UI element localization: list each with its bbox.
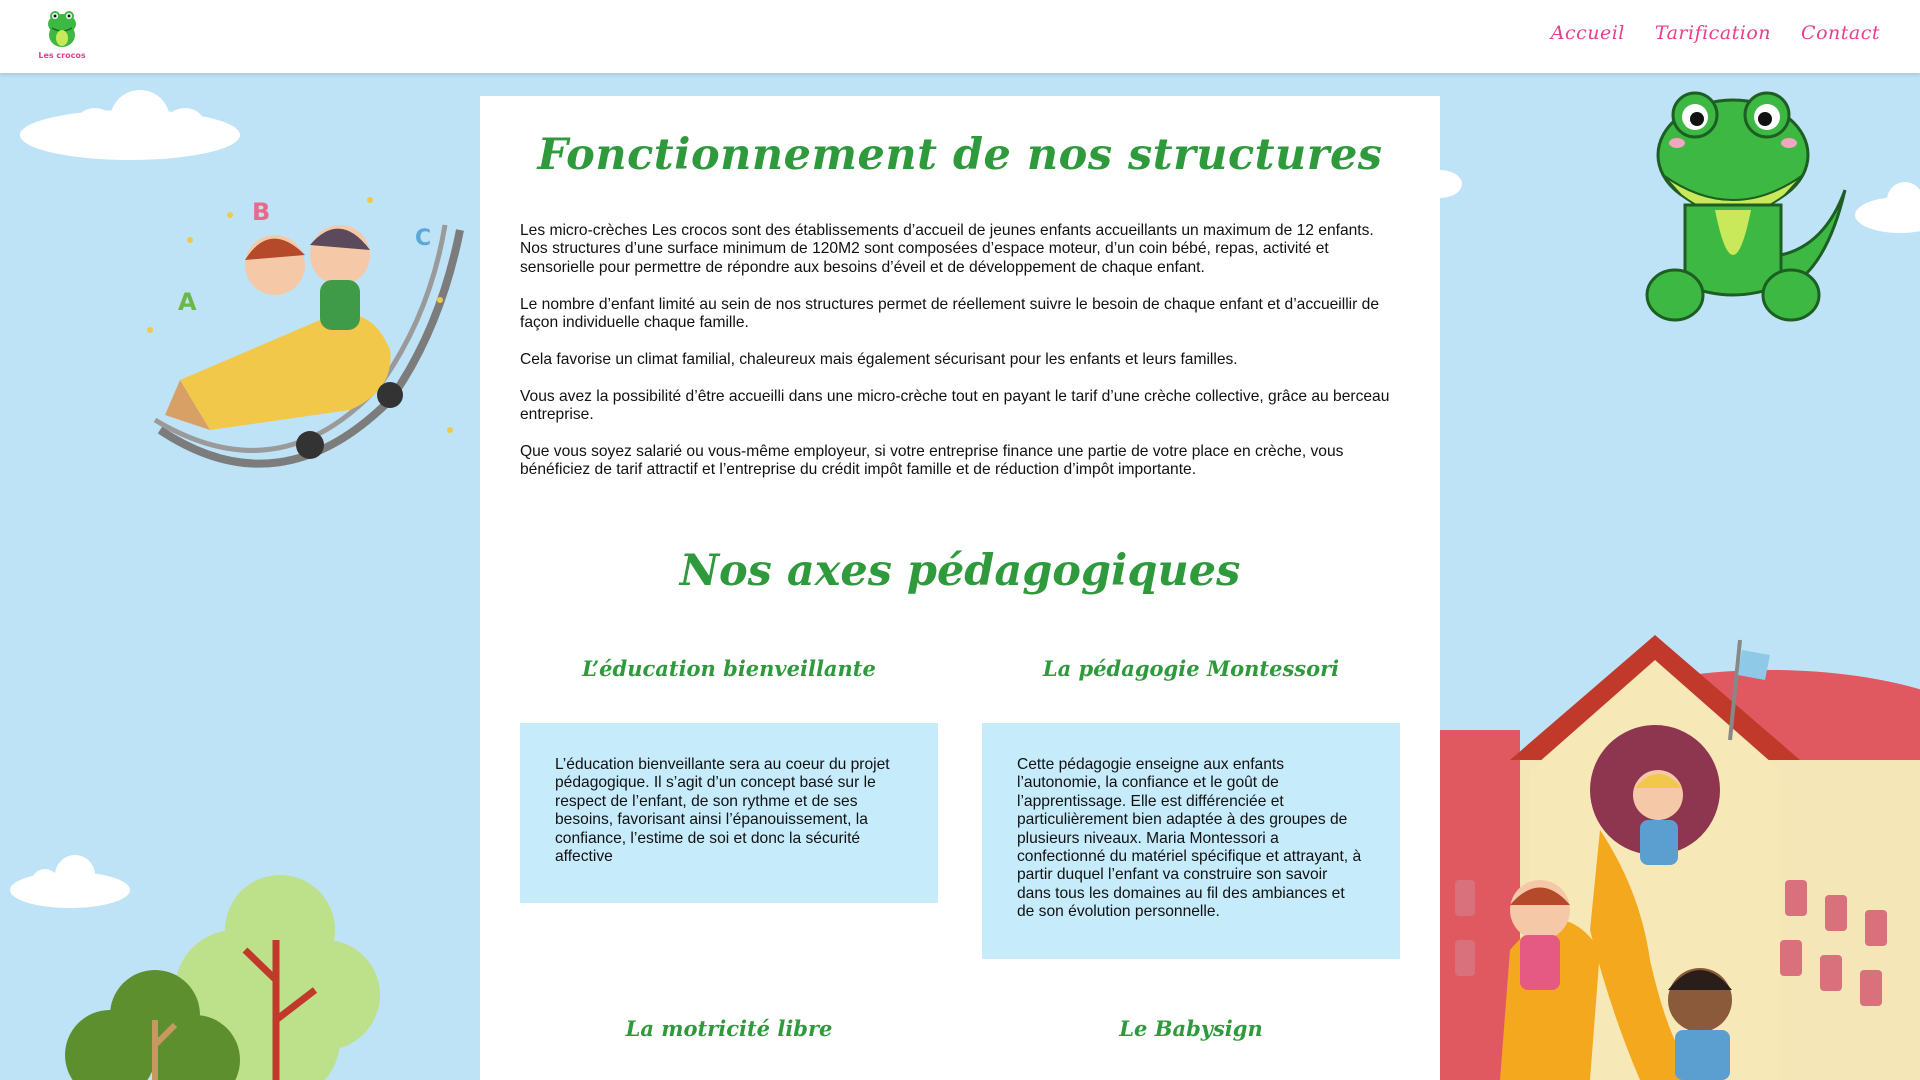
kids-rollercoaster-illustration: B C A — [147, 197, 464, 468]
school-slide-illustration — [1440, 635, 1920, 1080]
intro-paragraph: Le nombre d’enfant limité au sein de nos… — [520, 295, 1380, 332]
axis-title-babysign: Le Babysign — [1119, 1016, 1263, 1041]
site-header: Les crocos Accueil Tarification Contact — [0, 0, 1920, 73]
logo-text: Les crocos — [38, 51, 86, 60]
letter-a: A — [178, 288, 197, 316]
crocodile-mascot-illustration — [1645, 91, 1847, 322]
cloud-icon — [1440, 170, 1462, 198]
nav-link-contact[interactable]: Contact — [1801, 22, 1880, 44]
letter-b: B — [252, 198, 270, 226]
main-nav: Accueil Tarification Contact — [1551, 22, 1880, 44]
intro-paragraph: Vous avez la possibilité d’être accueill… — [520, 387, 1390, 424]
axis-box-education: L’éducation bienveillante sera au coeur … — [520, 723, 938, 903]
intro-paragraph: Que vous soyez salarié ou vous-même empl… — [520, 442, 1344, 479]
axes-title: Nos axes pédagogiques — [679, 546, 1241, 596]
axis-title-education: L’éducation bienveillante — [582, 656, 876, 681]
crocodile-logo-icon — [48, 11, 76, 47]
axis-box-montessori: Cette pédagogie enseigne aux enfants l’a… — [982, 723, 1400, 959]
intro-paragraph: Cela favorise un climat familial, chaleu… — [520, 350, 1238, 368]
axis-text-education: L’éducation bienveillante sera au coeur … — [555, 756, 890, 866]
page-title: Fonctionnement de nos structures — [537, 130, 1383, 180]
nav-link-tarification[interactable]: Tarification — [1655, 22, 1771, 44]
cloud-icon — [20, 90, 240, 160]
intro-paragraph: Les micro-crèches Les crocos sont des ét… — [520, 222, 1374, 276]
logo[interactable]: Les crocos — [36, 8, 88, 64]
axis-text-montessori: Cette pédagogie enseigne aux enfants l’a… — [1017, 756, 1362, 921]
letter-c: C — [415, 226, 431, 251]
intro-text: Les micro-crèches Les crocos sont des ét… — [520, 222, 1405, 498]
trees-illustration — [65, 875, 380, 1080]
axis-title-motricite: La motricité libre — [625, 1016, 833, 1041]
content-card: Fonctionnement de nos structures Les mic… — [480, 96, 1440, 1080]
nav-link-accueil[interactable]: Accueil — [1551, 22, 1625, 44]
cloud-icon — [1855, 182, 1920, 233]
axis-title-montessori: La pédagogie Montessori — [1042, 656, 1340, 681]
